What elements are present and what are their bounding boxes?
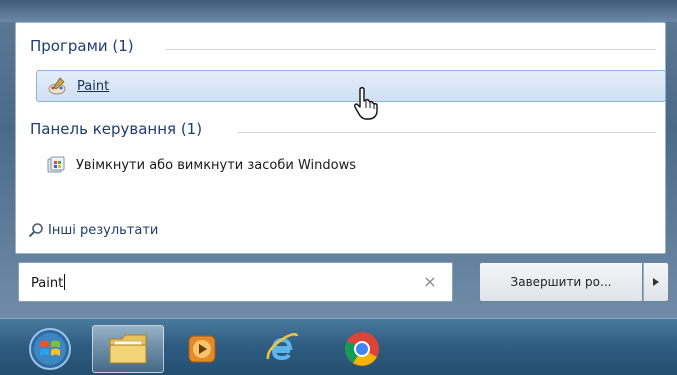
- clear-search-button[interactable]: ×: [420, 272, 440, 292]
- search-icon: [28, 223, 43, 238]
- paint-icon: [47, 76, 67, 96]
- shutdown-button[interactable]: Завершити ро...: [479, 262, 643, 302]
- result-label-paint: Paint: [77, 78, 110, 94]
- hand-cursor-icon: [354, 86, 378, 120]
- programs-section-title: Програми (1): [30, 37, 134, 55]
- search-text: Paint: [31, 275, 64, 291]
- folder-icon: [109, 334, 147, 364]
- internet-explorer-icon: [266, 333, 299, 361]
- taskbar-item-chrome[interactable]: [332, 325, 392, 373]
- result-item-windows-features[interactable]: Увімкнути або вимкнути засоби Windows: [36, 149, 666, 181]
- control-panel-section-divider: [238, 132, 656, 133]
- result-item-paint[interactable]: Paint: [36, 70, 666, 102]
- start-button[interactable]: [20, 325, 80, 373]
- media-player-icon: [188, 335, 216, 363]
- text-caret: [64, 273, 66, 290]
- control-panel-section-title: Панель керування (1): [30, 120, 203, 138]
- taskbar-item-explorer[interactable]: [92, 325, 164, 373]
- taskbar-item-media-player[interactable]: [172, 325, 232, 373]
- taskbar-item-internet-explorer[interactable]: [252, 325, 312, 373]
- more-results-link[interactable]: Інші результати: [28, 222, 158, 238]
- shutdown-label: Завершити ро...: [510, 275, 612, 289]
- windows-features-icon: [46, 155, 66, 175]
- start-menu-results-panel: Програми (1) Paint Панель керування (1): [15, 22, 666, 254]
- chevron-right-icon: [653, 278, 659, 286]
- programs-section-divider: [166, 49, 656, 50]
- result-label-windows-features: Увімкнути або вимкнути засоби Windows: [76, 157, 356, 173]
- windows-logo-icon: [29, 328, 71, 370]
- more-results-label: Інші результати: [48, 222, 159, 238]
- chrome-icon: [345, 332, 379, 366]
- search-input[interactable]: Paint ×: [18, 262, 453, 302]
- search-input-value[interactable]: Paint: [31, 273, 420, 291]
- window-frame-top: [0, 0, 677, 22]
- taskbar: [0, 318, 677, 375]
- shutdown-options-button[interactable]: [643, 262, 669, 302]
